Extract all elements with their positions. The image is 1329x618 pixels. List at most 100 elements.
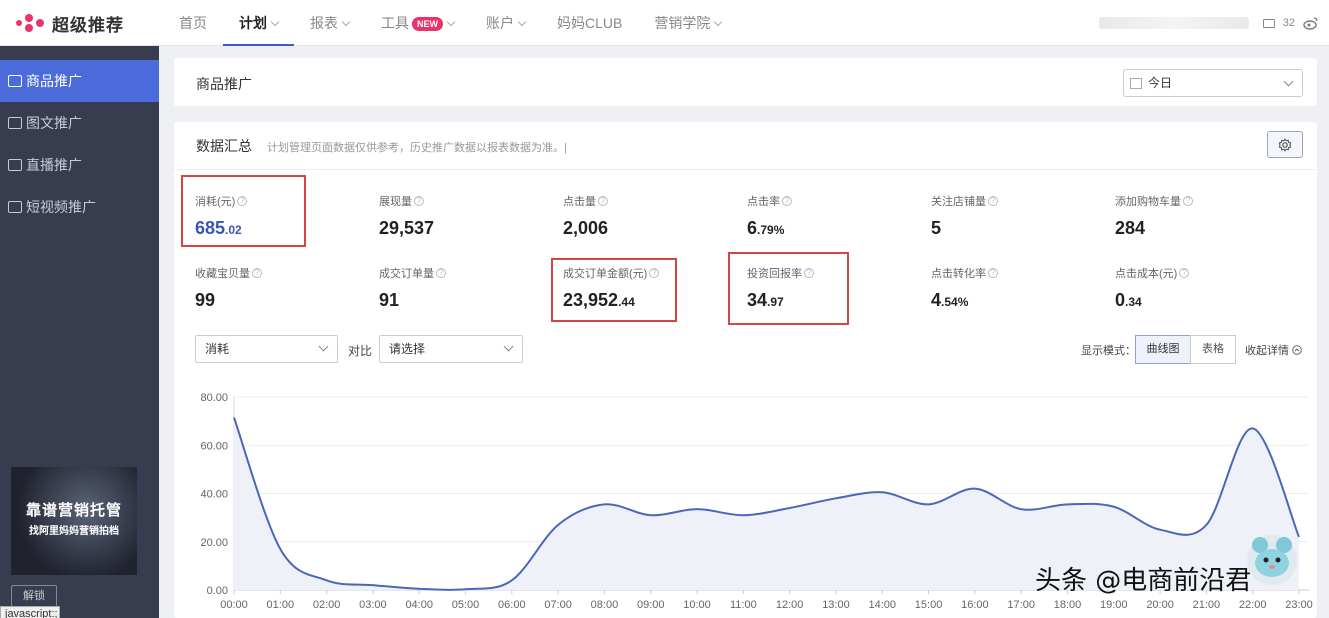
metric-value-int: 4: [931, 290, 942, 310]
metric-label: 收藏宝贝量?: [195, 265, 355, 281]
x-tick-label: 04:00: [405, 599, 433, 611]
metric-label: 点击率?: [747, 193, 907, 209]
metric-label-text: 点击成本(元): [1115, 268, 1178, 280]
metric-value: 2,006: [563, 218, 723, 239]
weibo-icon[interactable]: [1303, 16, 1319, 30]
highlight-box: [181, 175, 306, 247]
metric-value: 91: [379, 290, 539, 311]
nav-item-4[interactable]: 账户: [470, 0, 541, 46]
help-icon[interactable]: ?: [1183, 196, 1193, 206]
collapse-details-button[interactable]: 收起详情: [1245, 342, 1302, 358]
metric-label-text: 点击转化率: [931, 268, 986, 280]
metric-label: 点击转化率?: [931, 265, 1091, 281]
nav-item-1[interactable]: 计划: [223, 0, 294, 46]
help-icon[interactable]: ?: [436, 268, 446, 278]
y-tick-label: 0.00: [207, 585, 228, 597]
mode-curve-button[interactable]: 曲线图: [1135, 335, 1191, 364]
chevron-down-icon: [318, 341, 329, 352]
help-icon[interactable]: ?: [414, 196, 424, 206]
x-tick-label: 12:00: [776, 599, 804, 611]
image-icon: [8, 117, 22, 129]
metric-select-value: 消耗: [205, 342, 230, 356]
metric-label-text: 点击率: [747, 196, 780, 208]
mode-table-button[interactable]: 表格: [1190, 335, 1236, 364]
logo[interactable]: 超级推荐: [14, 11, 124, 35]
metric-value-int: 5: [931, 218, 942, 238]
chevron-down-icon: [341, 17, 351, 27]
nav-item-5[interactable]: 妈妈CLUB: [541, 0, 638, 46]
metric-value: 6.79%: [747, 218, 907, 239]
metric-value: 5: [931, 218, 1091, 239]
help-icon[interactable]: ?: [252, 268, 262, 278]
collapse-details-label: 收起详情: [1245, 345, 1289, 357]
x-tick-label: 14:00: [868, 599, 896, 611]
help-icon[interactable]: ?: [988, 196, 998, 206]
settings-button[interactable]: [1267, 131, 1303, 158]
sidebar-item-1[interactable]: 图文推广: [0, 102, 159, 144]
sidebar-item-label: 直播推广: [26, 157, 82, 173]
nav-item-6[interactable]: 营销学院: [638, 0, 737, 46]
page-header-card: 商品推广 今日: [174, 58, 1317, 106]
compare-select[interactable]: 请选择: [379, 335, 523, 363]
mascot-icon: [1247, 535, 1297, 585]
chevron-up-circle-icon: [1292, 345, 1302, 355]
status-bar-tooltip: javascript:;: [0, 606, 60, 618]
x-tick-label: 02:00: [313, 599, 341, 611]
sidebar-item-label: 短视频推广: [26, 199, 96, 215]
user-name-blurred[interactable]: [1098, 17, 1249, 29]
help-icon[interactable]: ?: [782, 196, 792, 206]
metric-card: 展现量? 29,537: [379, 193, 539, 239]
page-title: 商品推广: [196, 76, 252, 92]
divider: [174, 169, 1317, 170]
promo-banner[interactable]: 靠谱营销托管 找阿里妈妈营销拍档: [11, 467, 137, 575]
metric-card: 点击率? 6.79%: [747, 193, 907, 239]
y-tick-label: 80.00: [200, 392, 228, 404]
live-icon: [8, 159, 22, 171]
sidebar-item-3[interactable]: 短视频推广: [0, 186, 159, 228]
x-tick-label: 01:00: [267, 599, 295, 611]
metric-label: 添加购物车量?: [1115, 193, 1275, 209]
calendar-icon: [1130, 77, 1142, 89]
metric-card: 收藏宝贝量? 99: [195, 265, 355, 311]
metric-card: 点击量? 2,006: [563, 193, 723, 239]
metric-value-int: 2,006: [563, 218, 609, 238]
sidebar-item-label: 图文推广: [26, 115, 82, 131]
promo-title: 靠谱营销托管: [25, 502, 122, 519]
metric-card: 点击成本(元)? 0.34: [1115, 265, 1275, 311]
metric-label-text: 展现量: [379, 196, 412, 208]
message-icon[interactable]: [1262, 18, 1275, 28]
x-tick-label: 10:00: [683, 599, 711, 611]
x-tick-label: 23:00: [1285, 599, 1313, 611]
x-tick-label: 18:00: [1054, 599, 1082, 611]
nav-item-3[interactable]: 工具 NEW: [365, 0, 470, 46]
metric-value-int: 284: [1115, 218, 1146, 238]
nav-item-2[interactable]: 报表: [294, 0, 365, 46]
promo-subtitle: 找阿里妈妈营销拍档: [29, 526, 119, 537]
nav-item-0[interactable]: 首页: [163, 0, 223, 46]
sidebar-item-0[interactable]: 商品推广: [0, 60, 159, 102]
nav-item-label: 首页: [179, 15, 207, 31]
x-tick-label: 05:00: [452, 599, 480, 611]
metric-select[interactable]: 消耗: [195, 335, 338, 363]
metric-label: 点击量?: [563, 193, 723, 209]
metric-value-decimal: .79%: [757, 223, 785, 237]
metric-value-decimal: .34: [1125, 295, 1142, 309]
video-icon: [8, 201, 22, 213]
sidebar-item-2[interactable]: 直播推广: [0, 144, 159, 186]
help-icon[interactable]: ?: [598, 196, 608, 206]
metric-value-int: 0: [1115, 290, 1126, 310]
display-mode-label: 显示模式：: [1081, 345, 1136, 357]
x-tick-label: 00:00: [220, 599, 248, 611]
y-tick-label: 60.00: [200, 440, 228, 452]
date-range-select[interactable]: 今日: [1123, 69, 1303, 97]
help-icon[interactable]: ?: [988, 268, 998, 278]
metric-value: 29,537: [379, 218, 539, 239]
unlock-button[interactable]: 解锁: [11, 585, 57, 607]
nav-item-label: 妈妈CLUB: [557, 15, 623, 31]
x-tick-label: 16:00: [961, 599, 989, 611]
help-icon[interactable]: ?: [1179, 268, 1190, 278]
x-tick-label: 13:00: [822, 599, 850, 611]
x-tick-label: 08:00: [591, 599, 619, 611]
section-note: 计划管理页面数据仅供参考，历史推广数据以报表数据为准。|: [267, 142, 567, 154]
watermark: 头条 @电商前沿君: [1035, 566, 1252, 596]
